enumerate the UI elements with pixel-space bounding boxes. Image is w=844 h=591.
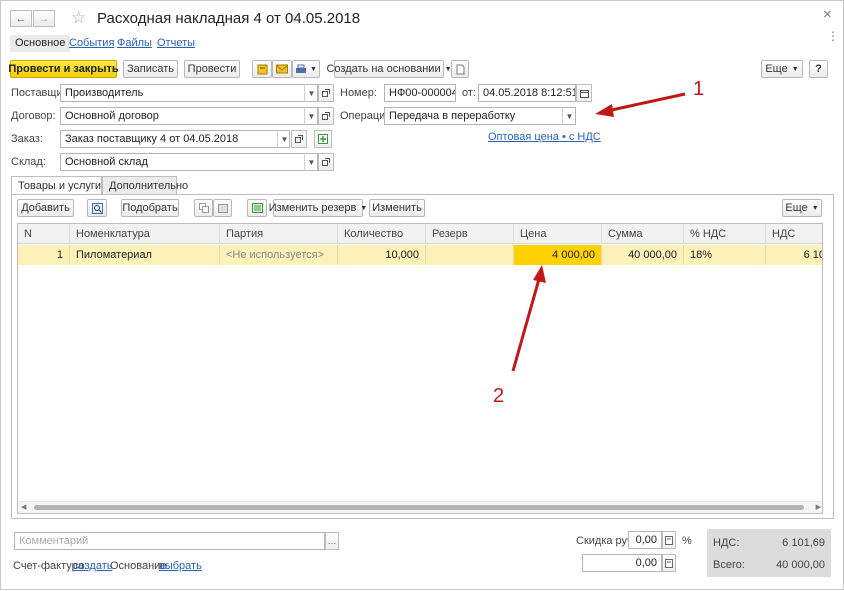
- annotation-arrows: [511, 92, 686, 372]
- annotation-arrowhead-2: [533, 265, 546, 283]
- annotation-arrow-2: [511, 278, 541, 372]
- annotation-marker-1: 1: [693, 78, 705, 100]
- annotation-arrow-1: [606, 92, 686, 113]
- annotation-arrowhead-1: [595, 104, 614, 117]
- annotation-marker-2: 2: [493, 385, 505, 407]
- document-window: ← → ☆ Расходная накладная 4 от 04.05.201…: [0, 0, 844, 590]
